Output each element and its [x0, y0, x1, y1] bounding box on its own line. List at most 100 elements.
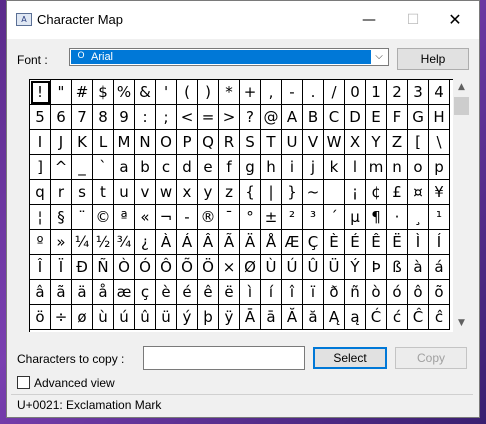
character-cell[interactable]: 6: [51, 105, 72, 130]
character-cell[interactable]: G: [408, 105, 429, 130]
character-cell[interactable]: ÿ: [219, 305, 240, 330]
character-cell[interactable]: ä: [72, 280, 93, 305]
character-cell[interactable]: }: [282, 180, 303, 205]
character-cell[interactable]: ý: [177, 305, 198, 330]
character-cell[interactable]: Ā: [240, 305, 261, 330]
character-cell[interactable]: å: [93, 280, 114, 305]
character-cell[interactable]: ©: [93, 205, 114, 230]
character-cell[interactable]: ¬: [156, 205, 177, 230]
character-cell[interactable]: .: [303, 80, 324, 105]
character-cell[interactable]: @: [261, 105, 282, 130]
character-cell[interactable]: J: [51, 130, 72, 155]
character-cell[interactable]: 3: [408, 80, 429, 105]
character-cell[interactable]: /: [324, 80, 345, 105]
character-cell[interactable]: x: [177, 180, 198, 205]
character-cell[interactable]: Y: [366, 130, 387, 155]
character-cell[interactable]: É: [345, 230, 366, 255]
character-cell[interactable]: (: [177, 80, 198, 105]
character-cell[interactable]: Ç: [303, 230, 324, 255]
character-cell[interactable]: ¨: [72, 205, 93, 230]
character-cell[interactable]: W: [324, 130, 345, 155]
character-cell[interactable]: M: [114, 130, 135, 155]
character-cell[interactable]: ¯: [219, 205, 240, 230]
character-cell[interactable]: â: [30, 280, 51, 305]
character-cell[interactable]: s: [72, 180, 93, 205]
character-cell[interactable]: °: [240, 205, 261, 230]
character-cell[interactable]: Ø: [240, 255, 261, 280]
character-cell[interactable]: µ: [345, 205, 366, 230]
character-cell[interactable]: k: [324, 155, 345, 180]
character-cell[interactable]: Æ: [282, 230, 303, 255]
character-cell[interactable]: O: [156, 130, 177, 155]
close-button[interactable]: ✕: [435, 5, 475, 35]
character-cell[interactable]: -: [177, 205, 198, 230]
character-cell[interactable]: ð: [324, 280, 345, 305]
character-cell[interactable]: F: [387, 105, 408, 130]
character-cell[interactable]: ±: [261, 205, 282, 230]
character-cell[interactable]: Ì: [408, 230, 429, 255]
character-cell[interactable]: 9: [114, 105, 135, 130]
character-cell[interactable]: +: [240, 80, 261, 105]
character-cell[interactable]: ª: [114, 205, 135, 230]
character-cell[interactable]: ½: [93, 230, 114, 255]
character-cell[interactable]: ¦: [30, 205, 51, 230]
character-cell[interactable]: Q: [198, 130, 219, 155]
character-cell[interactable]: U: [282, 130, 303, 155]
scroll-thumb[interactable]: [454, 97, 469, 115]
character-cell[interactable]: p: [429, 155, 450, 180]
character-cell[interactable]: B: [303, 105, 324, 130]
title-bar[interactable]: A Character Map — ☐ ✕: [7, 1, 479, 39]
character-cell[interactable]: >: [219, 105, 240, 130]
character-cell[interactable]: d: [177, 155, 198, 180]
character-cell[interactable]: |: [261, 180, 282, 205]
character-cell[interactable]: n: [387, 155, 408, 180]
character-cell[interactable]: ø: [72, 305, 93, 330]
character-cell[interactable]: g: [240, 155, 261, 180]
character-cell[interactable]: Ä: [240, 230, 261, 255]
character-cell[interactable]: ì: [240, 280, 261, 305]
character-cell[interactable]: {: [240, 180, 261, 205]
character-cell[interactable]: N: [135, 130, 156, 155]
character-cell[interactable]: «: [135, 205, 156, 230]
character-cell[interactable]: 2: [387, 80, 408, 105]
font-dropdown[interactable]: O Arial ⌵: [69, 48, 389, 66]
character-cell[interactable]: h: [261, 155, 282, 180]
character-cell[interactable]: ¡: [345, 180, 366, 205]
character-cell[interactable]: Õ: [177, 255, 198, 280]
character-cell[interactable]: ): [198, 80, 219, 105]
character-cell[interactable]: S: [240, 130, 261, 155]
character-cell[interactable]: :: [135, 105, 156, 130]
character-cell[interactable]: ': [156, 80, 177, 105]
character-cell[interactable]: r: [51, 180, 72, 205]
character-cell[interactable]: Z: [387, 130, 408, 155]
character-cell[interactable]: &: [135, 80, 156, 105]
character-cell[interactable]: £: [387, 180, 408, 205]
character-cell[interactable]: Ã: [219, 230, 240, 255]
character-cell[interactable]: \: [429, 130, 450, 155]
character-cell[interactable]: í: [261, 280, 282, 305]
character-cell[interactable]: ´: [324, 205, 345, 230]
character-cell[interactable]: ¶: [366, 205, 387, 230]
character-cell[interactable]: Ê: [366, 230, 387, 255]
character-cell[interactable]: A: [282, 105, 303, 130]
scroll-up-arrow-icon[interactable]: ▲: [453, 79, 470, 95]
character-cell[interactable]: P: [177, 130, 198, 155]
character-cell[interactable]: Ó: [135, 255, 156, 280]
character-cell[interactable]: $: [93, 80, 114, 105]
character-cell[interactable]: Ñ: [93, 255, 114, 280]
character-cell[interactable]: %: [114, 80, 135, 105]
scroll-down-arrow-icon[interactable]: ▼: [453, 315, 470, 331]
character-cell[interactable]: 5: [30, 105, 51, 130]
character-cell[interactable]: è: [156, 280, 177, 305]
grid-scrollbar[interactable]: ▲ ▼: [453, 79, 470, 331]
character-cell[interactable]: w: [156, 180, 177, 205]
character-cell[interactable]: i: [282, 155, 303, 180]
character-cell[interactable]: v: [135, 180, 156, 205]
character-cell[interactable]: ą: [345, 305, 366, 330]
character-cell[interactable]: ¿: [135, 230, 156, 255]
character-cell[interactable]: Ý: [345, 255, 366, 280]
character-cell[interactable]: ³: [303, 205, 324, 230]
character-cell[interactable]: î: [282, 280, 303, 305]
character-cell[interactable]: Ú: [282, 255, 303, 280]
character-cell[interactable]: o: [408, 155, 429, 180]
